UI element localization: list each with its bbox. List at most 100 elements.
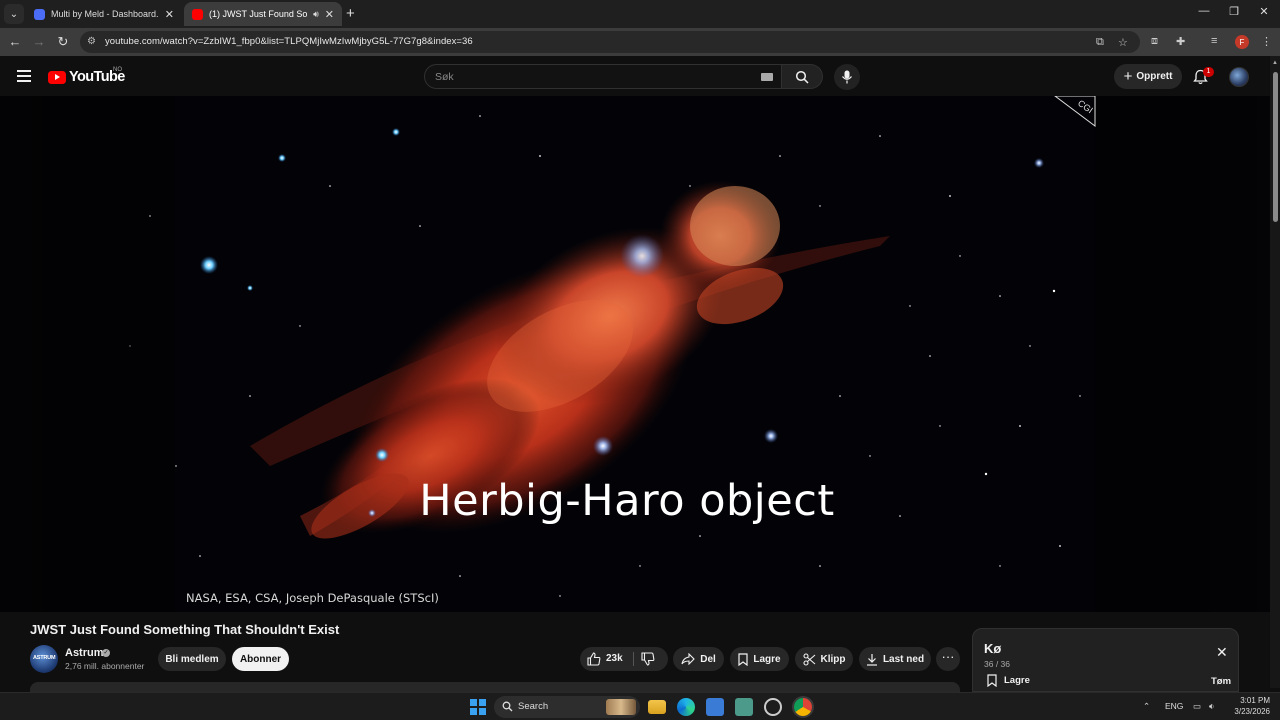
channel-name[interactable]: Astrum (65, 647, 104, 659)
cgi-badge: CGI (1054, 96, 1096, 127)
save-button[interactable]: Lagre (730, 647, 789, 671)
more-actions-button[interactable]: ··· (936, 647, 960, 671)
account-avatar[interactable] (1229, 67, 1249, 87)
volume-icon[interactable]: 🔉︎ (1209, 701, 1214, 712)
video-frame-nebula (0, 96, 1270, 612)
keyboard-icon[interactable] (761, 73, 773, 81)
tab-groups-icon[interactable]: ⧈ (1151, 35, 1158, 48)
bookmark-icon (738, 652, 748, 666)
channel-avatar[interactable]: ASTRUM (30, 645, 58, 673)
file-explorer-icon[interactable] (648, 700, 666, 714)
microphone-icon (842, 70, 852, 84)
minimize-window-button[interactable]: — (1194, 5, 1214, 17)
search-placeholder: Søk (435, 71, 454, 83)
clip-label: Klipp (820, 653, 846, 665)
meld-favicon-icon (34, 8, 45, 20)
join-button[interactable]: Bli medlem (158, 647, 226, 671)
chevron-down-icon: ⌄ (9, 8, 19, 20)
video-player[interactable]: CGI Herbig-Haro object NASA, ESA, CSA, J… (0, 96, 1270, 612)
youtube-favicon-icon (192, 8, 203, 20)
close-tab-icon[interactable]: ✕ (165, 8, 174, 21)
system-clock[interactable]: 3:01 PM 3/23/2026 (1228, 695, 1270, 717)
video-title: JWST Just Found Something That Shouldn't… (30, 622, 340, 637)
edge-browser-icon[interactable] (677, 698, 695, 716)
thumbs-up-icon[interactable] (587, 652, 601, 666)
reload-button[interactable]: ↻ (54, 34, 72, 50)
search-button[interactable] (782, 64, 823, 89)
taskbar-search[interactable]: Search (494, 696, 640, 718)
site-info-icon[interactable]: ⚙ (87, 36, 96, 47)
clip-button[interactable]: Klipp (795, 647, 853, 671)
clock-time: 3:01 PM (1240, 696, 1270, 705)
close-window-button[interactable]: ✕ (1254, 5, 1274, 18)
address-bar[interactable]: ⚙ youtube.com/watch?v=ZzbIW1_fbp0&list=T… (80, 31, 1140, 53)
browser-menu-icon[interactable]: ⋮ (1261, 35, 1272, 48)
scrollbar-thumb[interactable] (1273, 72, 1278, 222)
create-label: Opprett (1136, 71, 1173, 82)
tab-title: (1) JWST Just Found Someth (209, 9, 308, 19)
close-queue-icon[interactable]: ✕ (1216, 644, 1228, 661)
like-divider (633, 652, 634, 666)
subscribe-button[interactable]: Abonner (232, 647, 289, 671)
like-dislike-group: 23k (580, 647, 668, 671)
search-icon (502, 701, 513, 712)
page-scrollbar[interactable]: ▲ (1270, 56, 1280, 688)
scissors-icon (802, 652, 816, 666)
scroll-up-icon[interactable]: ▲ (1272, 60, 1278, 66)
youtube-play-icon (48, 70, 66, 84)
search-input[interactable]: Søk (424, 64, 782, 89)
language-indicator[interactable]: ENG (1165, 701, 1183, 711)
download-button[interactable]: Last ned (859, 647, 931, 671)
queue-save-button[interactable]: Lagre (987, 674, 1030, 687)
cgi-badge-text: CGI (1076, 98, 1095, 115)
tray-overflow-icon[interactable]: ⌃ (1143, 701, 1150, 712)
share-button[interactable]: Del (673, 647, 724, 671)
notification-count-badge: 1 (1203, 67, 1214, 77)
subscribe-label: Abonner (239, 653, 282, 665)
search-highlight-image (606, 699, 636, 715)
extensions-icon[interactable]: ✚ (1176, 35, 1185, 48)
plus-icon: + (1123, 68, 1133, 85)
join-label: Bli medlem (165, 653, 219, 665)
video-overlay-title: Herbig-Haro object (419, 476, 835, 526)
speaker-icon[interactable]: 🔊︎ (313, 9, 319, 20)
display-icon[interactable]: ▭ (1193, 701, 1201, 712)
windows-taskbar: Search ⌃ ENG ▭ 🔉︎ 3:01 PM 3/23/2026 (0, 692, 1280, 720)
youtube-masthead: YouTube NO Søk + Opprett 1 (0, 56, 1280, 96)
browser-tab-youtube[interactable]: (1) JWST Just Found Someth 🔊︎ ✕ (184, 2, 342, 26)
thumbs-down-icon[interactable] (641, 652, 655, 666)
description-box[interactable] (30, 682, 960, 692)
restore-window-button[interactable]: ❐ (1224, 5, 1244, 18)
voice-search-button[interactable] (834, 64, 860, 90)
guide-menu-icon[interactable] (17, 70, 31, 85)
share-arrow-icon (681, 653, 695, 665)
profile-avatar[interactable]: F (1235, 35, 1249, 49)
queue-title: Kø (984, 641, 1002, 656)
windows-start-icon[interactable] (469, 698, 487, 716)
back-button[interactable]: ← (6, 34, 24, 49)
tab-search-button[interactable]: ⌄ (4, 4, 24, 24)
save-label: Lagre (753, 653, 781, 665)
install-app-icon[interactable]: ⧉ (1096, 36, 1104, 49)
app-icon-notification[interactable] (764, 698, 782, 716)
app-icon-window[interactable] (706, 698, 724, 716)
create-button[interactable]: + Opprett (1114, 64, 1182, 89)
browser-toolbar: ← → ↻ ⚙ youtube.com/watch?v=ZzbIW1_fbp0&… (0, 28, 1280, 56)
country-code: NO (113, 67, 122, 73)
forward-button[interactable]: → (30, 34, 48, 49)
chrome-browser-icon[interactable] (794, 698, 812, 716)
browser-tab-strip: ⌄ Multi by Meld - Dashboard. ✕ (1) JWST … (0, 0, 1280, 28)
bookmark-star-icon[interactable]: ☆ (1118, 36, 1128, 49)
channel-avatar-text: ASTRUM (33, 655, 56, 661)
share-label: Del (700, 653, 716, 665)
new-tab-button[interactable]: + (346, 5, 355, 22)
queue-clear-button[interactable]: Tøm (1211, 676, 1231, 687)
browser-tab-meld[interactable]: Multi by Meld - Dashboard. ✕ (26, 2, 182, 26)
like-count[interactable]: 23k (606, 653, 623, 664)
subscriber-count: 2,76 mill. abonnenter (65, 661, 145, 671)
queue-position: 36 / 36 (984, 659, 1010, 669)
app-icon-tool[interactable] (735, 698, 753, 716)
media-controls-icon[interactable]: ≡ (1211, 35, 1217, 47)
close-tab-icon[interactable]: ✕ (325, 8, 334, 21)
queue-panel: Kø 36 / 36 ✕ Lagre Tøm (972, 628, 1239, 692)
